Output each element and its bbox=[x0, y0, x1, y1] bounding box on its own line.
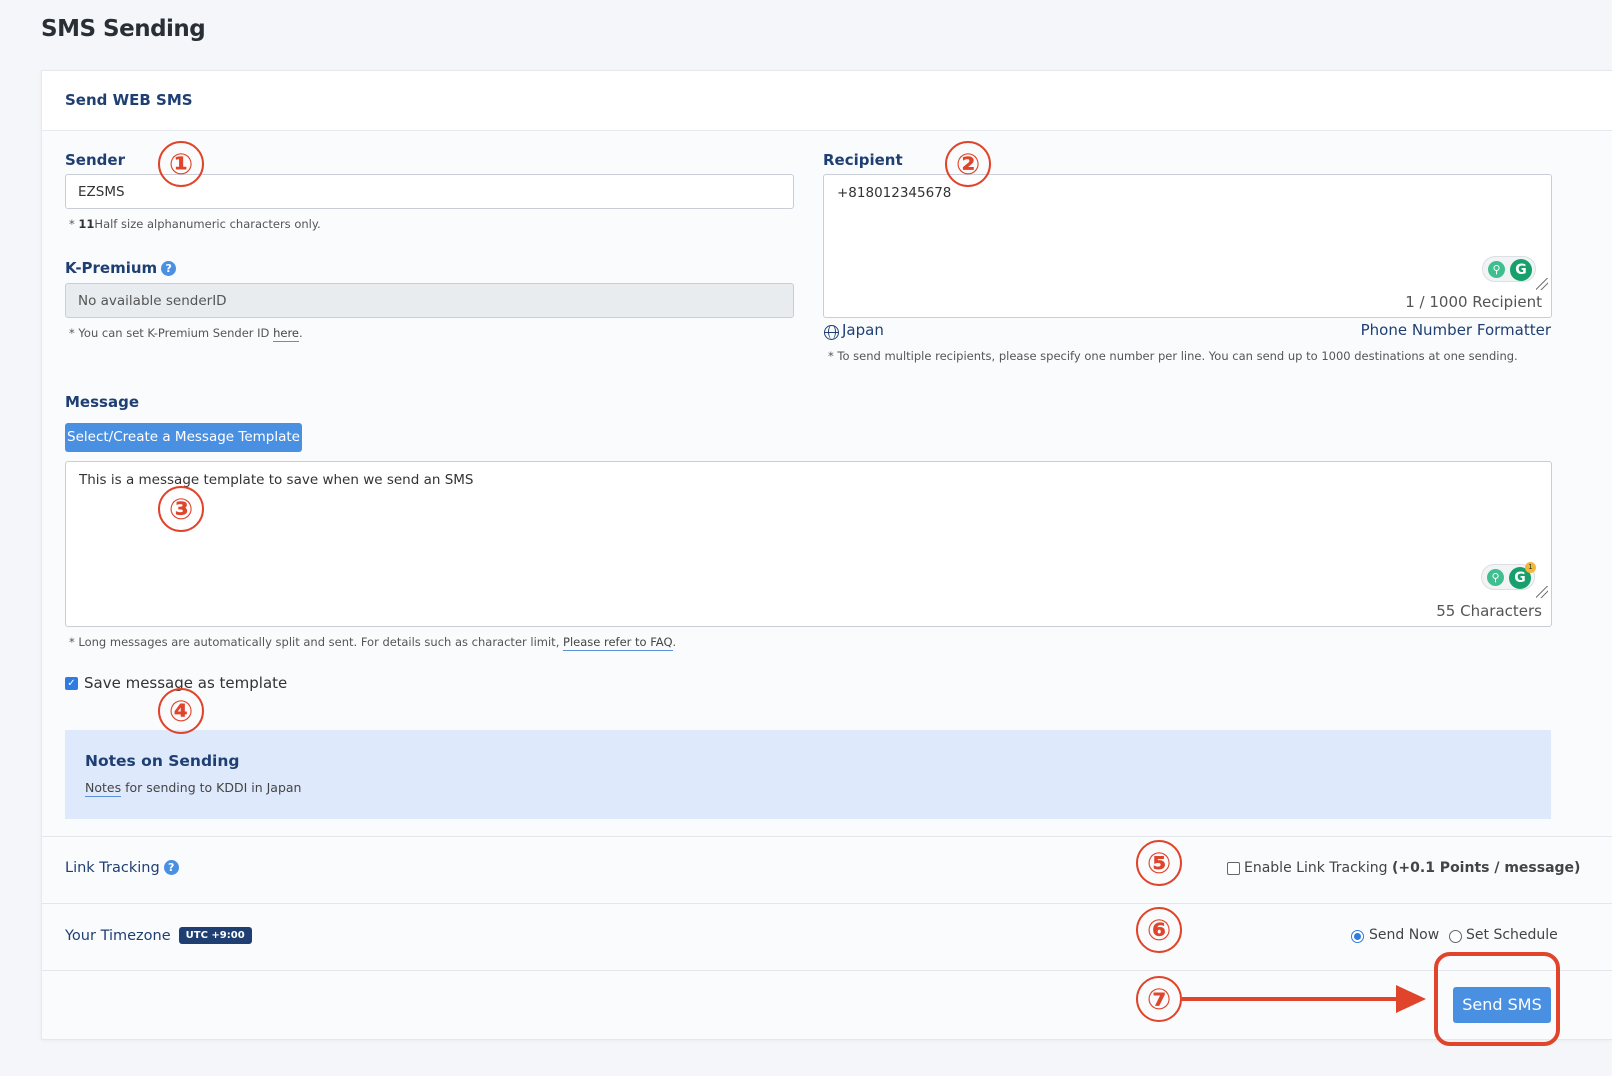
notes-link[interactable]: Notes bbox=[85, 780, 122, 797]
notes-title: Notes on Sending bbox=[85, 752, 240, 770]
kpremium-select: No available senderID bbox=[65, 283, 794, 318]
grammarly-badge: 1 bbox=[1525, 562, 1536, 573]
kpremium-label: K-Premium? bbox=[65, 259, 177, 277]
message-label: Message bbox=[65, 393, 139, 411]
set-schedule-label[interactable]: Set Schedule bbox=[1466, 927, 1558, 943]
message-counter: 55 Characters bbox=[1436, 602, 1542, 620]
divider bbox=[42, 970, 1612, 971]
resize-handle-icon[interactable] bbox=[1536, 278, 1548, 290]
notes-text: Notes for sending to KDDI in Japan bbox=[85, 780, 302, 797]
page-title: SMS Sending bbox=[41, 16, 206, 42]
annotation-6: ⑥ bbox=[1136, 907, 1182, 953]
resize-handle-icon[interactable] bbox=[1536, 586, 1548, 598]
divider bbox=[42, 903, 1612, 904]
globe-icon bbox=[824, 325, 839, 340]
bulb-icon: ⚲ bbox=[1488, 261, 1505, 278]
annotation-2: ② bbox=[945, 141, 991, 187]
grammarly-icon: G bbox=[1510, 259, 1532, 281]
select-template-button[interactable]: Select/Create a Message Template bbox=[65, 423, 302, 452]
recipient-label: Recipient bbox=[823, 151, 903, 169]
timezone-badge: UTC +9:00 bbox=[178, 927, 252, 944]
kpremium-hint: * You can set K-Premium Sender ID here. bbox=[69, 326, 303, 342]
annotation-3: ③ bbox=[158, 486, 204, 532]
recipient-textarea[interactable]: +818012345678 ⚲ G 1 / 1000 Recipient bbox=[823, 174, 1552, 318]
arrow-line bbox=[1182, 997, 1400, 1001]
divider bbox=[42, 836, 1612, 837]
grammarly-widget[interactable]: ⚲ G bbox=[1482, 256, 1536, 282]
send-sms-card: Send WEB SMS Sender EZSMS * 11Half size … bbox=[41, 70, 1612, 1040]
link-tracking-label: Link Tracking? bbox=[65, 860, 179, 876]
card-header: Send WEB SMS bbox=[42, 71, 1612, 131]
notes-on-sending: Notes on Sending Notes for sending to KD… bbox=[65, 730, 1551, 819]
send-now-label[interactable]: Send Now bbox=[1369, 927, 1439, 943]
help-icon[interactable]: ? bbox=[163, 860, 179, 875]
save-template-checkbox[interactable]: ✓ bbox=[65, 677, 78, 690]
country-selector[interactable]: Japan bbox=[842, 321, 884, 339]
link-tracking-option[interactable]: Enable Link Tracking (+0.1 Points / mess… bbox=[1244, 860, 1580, 876]
set-schedule-radio[interactable] bbox=[1449, 930, 1462, 943]
annotation-5: ⑤ bbox=[1136, 840, 1182, 886]
annotation-4: ④ bbox=[158, 688, 204, 734]
message-value: This is a message template to save when … bbox=[79, 472, 474, 488]
timezone-label: Your Timezone UTC +9:00 bbox=[65, 927, 252, 944]
link-tracking-checkbox[interactable] bbox=[1227, 862, 1240, 875]
help-icon[interactable]: ? bbox=[161, 261, 177, 276]
arrow-head-icon bbox=[1396, 985, 1426, 1013]
grammarly-widget[interactable]: ⚲ G 1 bbox=[1481, 562, 1536, 590]
sender-label: Sender bbox=[65, 151, 125, 169]
recipient-counter: 1 / 1000 Recipient bbox=[1405, 293, 1542, 311]
faq-link[interactable]: Please refer to FAQ bbox=[563, 635, 673, 651]
phone-formatter-link[interactable]: Phone Number Formatter bbox=[1361, 321, 1551, 339]
bulb-icon: ⚲ bbox=[1487, 569, 1504, 586]
message-hint: * Long messages are automatically split … bbox=[69, 635, 677, 651]
send-now-radio[interactable] bbox=[1351, 930, 1364, 943]
recipient-value: +818012345678 bbox=[837, 185, 952, 201]
send-button-callout bbox=[1434, 952, 1560, 1046]
recipient-hint: * To send multiple recipients, please sp… bbox=[828, 349, 1518, 363]
annotation-1: ① bbox=[158, 141, 204, 187]
kpremium-here-link[interactable]: here bbox=[273, 326, 299, 342]
message-textarea[interactable]: This is a message template to save when … bbox=[65, 461, 1552, 627]
annotation-7: ⑦ bbox=[1136, 976, 1182, 1022]
sender-hint: * 11Half size alphanumeric characters on… bbox=[69, 217, 321, 231]
